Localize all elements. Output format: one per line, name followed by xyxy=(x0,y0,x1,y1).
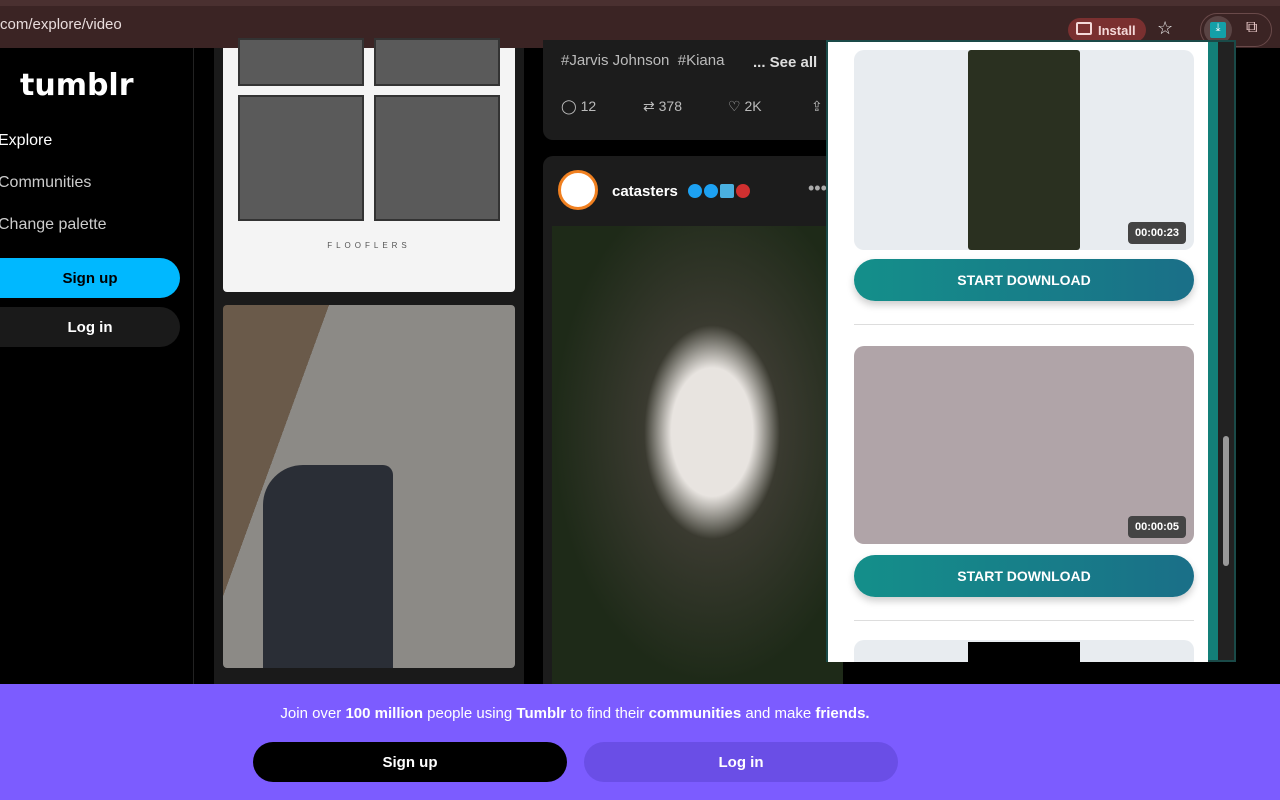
video-item-card: 00:00:23 xyxy=(854,50,1194,250)
comments-button[interactable]: ◯ 12 xyxy=(561,98,596,115)
cat-video-thumbnail[interactable] xyxy=(223,305,515,668)
avatar[interactable] xyxy=(558,170,598,210)
reblog-button[interactable]: ⇄ 378 xyxy=(643,98,682,115)
extensions-puzzle-icon[interactable]: ⧉ xyxy=(1246,19,1257,37)
tag[interactable]: #Kiana xyxy=(678,52,725,69)
post-card: catasters ••• xyxy=(543,156,843,684)
post-username[interactable]: catasters xyxy=(612,183,678,200)
signup-banner: Join over 100 million people using Tumbl… xyxy=(0,684,1280,800)
nav-explore[interactable]: Explore xyxy=(0,132,52,150)
downloader-popup: 00:00:23 START DOWNLOAD 00:00:05 START D… xyxy=(826,40,1236,662)
sidebar: tumblr Explore Communities Change palett… xyxy=(0,48,194,684)
video-duration: 00:00:05 xyxy=(1127,516,1186,538)
heart-icon: ♡ xyxy=(728,98,741,114)
reblog-icon: ⇄ xyxy=(643,98,655,114)
banner-login-button[interactable]: Log in xyxy=(584,742,898,782)
start-download-button[interactable]: START DOWNLOAD xyxy=(854,555,1194,597)
sidebar-signup-button[interactable]: Sign up xyxy=(0,258,180,298)
more-options-icon[interactable]: ••• xyxy=(808,178,827,199)
install-label: Install xyxy=(1098,23,1136,38)
video-item-card xyxy=(854,640,1194,662)
banner-text: Join over 100 million people using Tumbl… xyxy=(280,705,870,722)
tumblr-logo[interactable]: tumblr xyxy=(20,68,134,103)
share-icon[interactable]: ⇪ xyxy=(811,98,823,115)
sidebar-login-button[interactable]: Log in xyxy=(0,307,180,347)
like-button[interactable]: ♡ 2K xyxy=(728,98,762,115)
install-icon xyxy=(1076,22,1092,35)
post-video[interactable] xyxy=(552,226,843,684)
install-button[interactable]: Install xyxy=(1068,18,1146,42)
download-icon: ⤓ xyxy=(1210,22,1226,38)
verified-badge-icon xyxy=(704,184,718,198)
banner-signup-button[interactable]: Sign up xyxy=(253,742,567,782)
badge-icon xyxy=(736,184,750,198)
comment-icon: ◯ xyxy=(561,98,577,114)
verified-badge-icon xyxy=(688,184,702,198)
previous-post-footer: #Jarvis Johnson #Kiana ... See all ◯ 12 … xyxy=(543,40,843,140)
popup-scrollbar[interactable] xyxy=(1218,42,1234,660)
video-thumbnail xyxy=(968,50,1080,250)
address-bar[interactable]: com/explore/video xyxy=(0,16,122,33)
start-download-button[interactable]: START DOWNLOAD xyxy=(854,259,1194,301)
comic-watermark: FLOOFLERS xyxy=(327,241,411,250)
bookmark-star-icon[interactable]: ☆ xyxy=(1157,18,1173,39)
nav-communities[interactable]: Communities xyxy=(0,174,91,192)
comic-image[interactable]: FLOOFLERS xyxy=(223,38,515,292)
see-all-tags[interactable]: ... See all xyxy=(753,54,817,71)
video-item-card: 00:00:05 xyxy=(854,346,1194,544)
nav-change-palette[interactable]: Change palette xyxy=(0,216,107,234)
tag[interactable]: #Jarvis Johnson xyxy=(561,52,669,69)
scrollbar-thumb[interactable] xyxy=(1223,436,1229,566)
badge-icon xyxy=(720,184,734,198)
video-duration: 00:00:23 xyxy=(1127,222,1186,244)
